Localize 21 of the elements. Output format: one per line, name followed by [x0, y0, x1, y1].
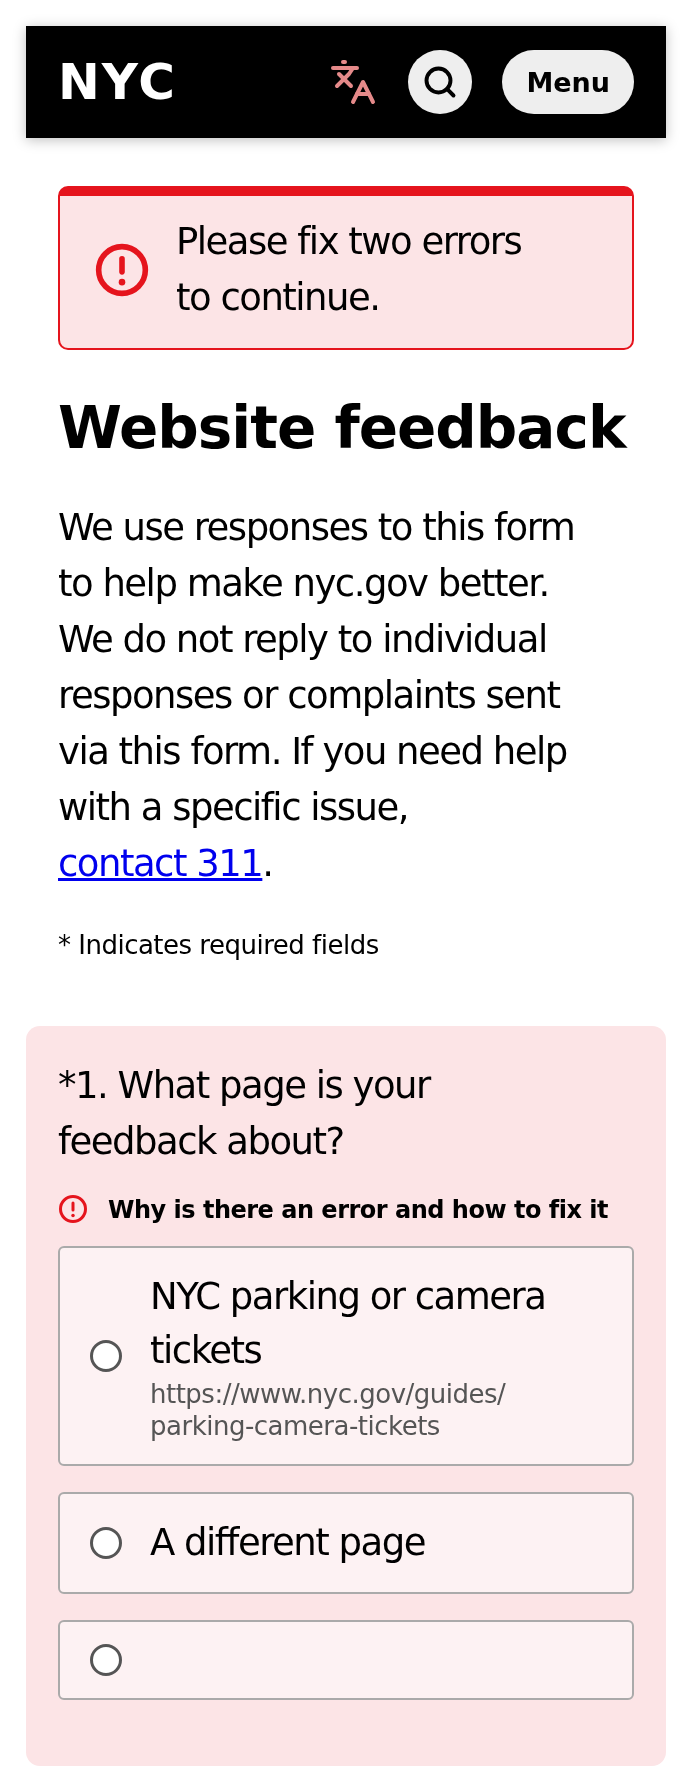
nyc-logo[interactable]: NYC [58, 57, 299, 107]
error-icon [58, 1194, 88, 1224]
menu-button[interactable]: Menu [502, 50, 634, 114]
radio-button[interactable] [90, 1340, 122, 1372]
radio-button[interactable] [90, 1644, 122, 1676]
intro-paragraph: We use responses to this form to help make nyc.gov better. We do not reply to individual responses or complaints sent via this form. If you need help with a specific issue, contact 311. [58, 505, 576, 887]
radio-button[interactable] [90, 1527, 122, 1559]
error-message: Please fix two errors to continue. [176, 219, 523, 321]
error-icon [94, 242, 150, 298]
contact-link[interactable]: contact 311 [58, 842, 263, 885]
radio-option[interactable]: A different page [58, 1492, 634, 1594]
option-url: https://www.nyc.gov/guides/ parking-camera-tickets [150, 1378, 507, 1442]
error-help-link[interactable]: Why is there an error and how to fix it [108, 1194, 608, 1226]
search-icon [422, 64, 459, 100]
option-label: A different page [150, 1520, 425, 1566]
required-note: * Indicates required fields [58, 930, 380, 960]
question-label: *1. What page is your feedback about? [58, 1063, 432, 1165]
page-title: Website feedback [58, 394, 629, 462]
option-label: NYC parking or camera tickets [150, 1274, 547, 1374]
radio-option[interactable] [58, 1620, 634, 1700]
radio-option[interactable]: NYC parking or camera tickets https://www.nyc.gov/guides/ parking-camera-tickets [58, 1246, 634, 1466]
